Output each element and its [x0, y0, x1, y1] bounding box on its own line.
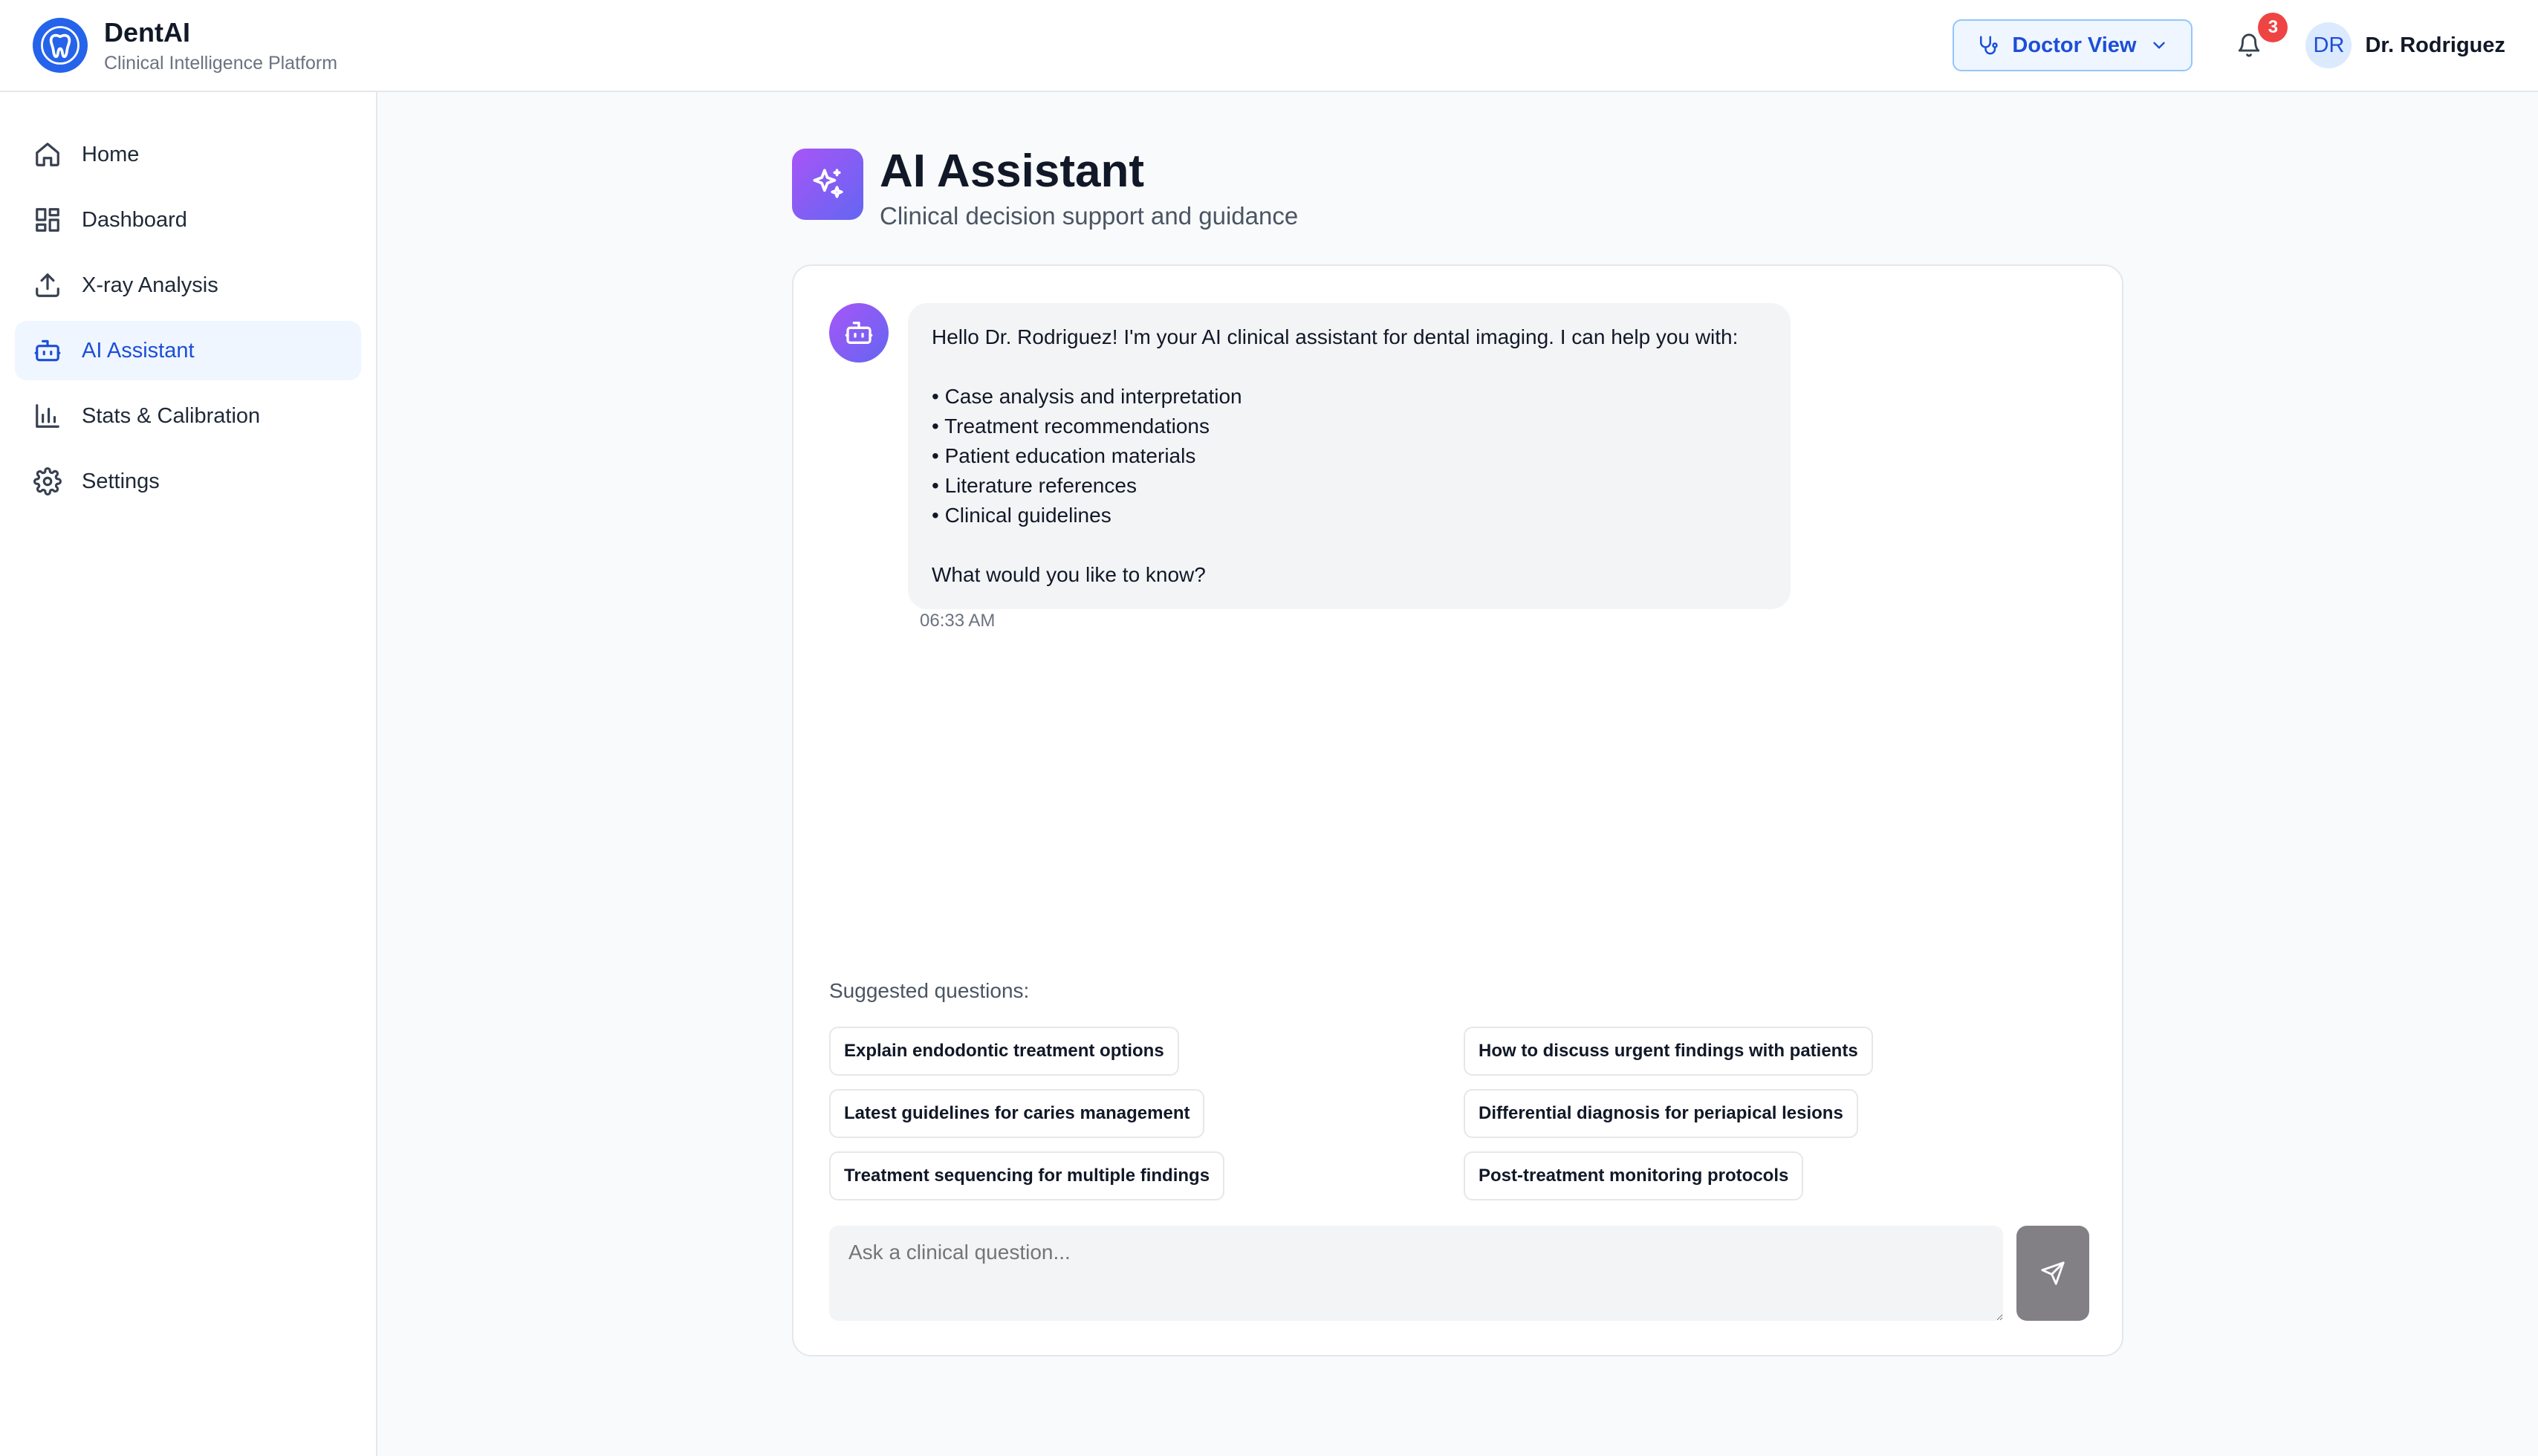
sidebar-item-label: Home: [82, 142, 140, 166]
message-greeting: Hello Dr. Rodriguez! I'm your AI clinica…: [932, 325, 1739, 348]
assistant-message: Hello Dr. Rodriguez! I'm your AI clinica…: [908, 303, 1791, 609]
upload-icon: [33, 270, 62, 300]
sidebar-item-settings[interactable]: Settings: [15, 452, 361, 511]
sidebar-item-label: Dashboard: [82, 207, 187, 232]
sidebar-item-xray-analysis[interactable]: X-ray Analysis: [15, 256, 361, 315]
user-menu[interactable]: DR Dr. Rodriguez: [2305, 22, 2505, 68]
app-name: DentAI: [104, 16, 190, 48]
sidebar-item-label: Settings: [82, 469, 160, 493]
message-bullet: • Treatment recommendations: [932, 415, 1210, 438]
notifications-button[interactable]: 3: [2227, 13, 2288, 68]
suggestion-chip[interactable]: Explain endodontic treatment options: [829, 1027, 1179, 1076]
suggestion-chip[interactable]: How to discuss urgent findings with pati…: [1464, 1027, 1873, 1076]
sparkles-icon: [792, 149, 863, 220]
sidebar-item-label: AI Assistant: [82, 338, 195, 363]
sidebar: Home Dashboard X-ray Analysis AI Assista…: [0, 92, 377, 1456]
suggested-questions-label: Suggested questions:: [829, 979, 1030, 1002]
message-bullet: • Patient education materials: [932, 444, 1196, 467]
dashboard-grid-icon: [33, 205, 62, 235]
suggestion-chip[interactable]: Latest guidelines for caries management: [829, 1089, 1205, 1138]
home-icon: [33, 140, 62, 169]
suggestion-chip[interactable]: Post-treatment monitoring protocols: [1464, 1151, 1804, 1200]
chat-panel: Hello Dr. Rodriguez! I'm your AI clinica…: [792, 264, 2123, 1356]
sidebar-item-stats-calibration[interactable]: Stats & Calibration: [15, 386, 361, 446]
doctor-view-dropdown[interactable]: Doctor View: [1953, 19, 2193, 71]
message-timestamp: 06:33 AM: [920, 611, 996, 631]
avatar: DR: [2305, 22, 2352, 68]
message-bullet: • Case analysis and interpretation: [932, 385, 1242, 408]
sidebar-item-dashboard[interactable]: Dashboard: [15, 190, 361, 250]
page-subtitle: Clinical decision support and guidance: [880, 202, 1299, 230]
send-icon: [2041, 1261, 2065, 1285]
message-closing: What would you like to know?: [932, 563, 1206, 586]
sidebar-item-label: X-ray Analysis: [82, 273, 218, 297]
suggestion-chip[interactable]: Differential diagnosis for periapical le…: [1464, 1089, 1858, 1138]
top-header: DentAI Clinical Intelligence Platform Do…: [0, 0, 2538, 92]
message-bullet: • Clinical guidelines: [932, 504, 1111, 527]
chevron-down-icon: [2153, 42, 2166, 49]
clinical-question-input[interactable]: [829, 1226, 2003, 1321]
bell-icon: [2239, 33, 2260, 57]
gear-icon: [33, 467, 62, 496]
tooth-logo-icon: [33, 18, 88, 73]
user-name: Dr. Rodriguez: [2365, 33, 2505, 57]
bar-chart-icon: [33, 401, 62, 431]
page-title: AI Assistant: [880, 146, 1145, 197]
bot-icon: [33, 336, 62, 365]
app-subtitle: Clinical Intelligence Platform: [104, 52, 338, 74]
sidebar-item-home[interactable]: Home: [15, 125, 361, 184]
notification-badge: 3: [2258, 13, 2288, 42]
brand[interactable]: DentAI Clinical Intelligence Platform: [33, 17, 337, 74]
message-bullet: • Literature references: [932, 474, 1137, 497]
suggestion-chip[interactable]: Treatment sequencing for multiple findin…: [829, 1151, 1225, 1200]
bot-avatar-icon: [829, 303, 889, 363]
page-header: AI Assistant Clinical decision support a…: [792, 146, 1298, 230]
stethoscope-icon: [1980, 36, 1999, 55]
send-button[interactable]: [2016, 1226, 2089, 1321]
sidebar-item-label: Stats & Calibration: [82, 403, 261, 428]
sidebar-item-ai-assistant[interactable]: AI Assistant: [15, 321, 361, 380]
doctor-view-label: Doctor View: [2012, 33, 2137, 57]
